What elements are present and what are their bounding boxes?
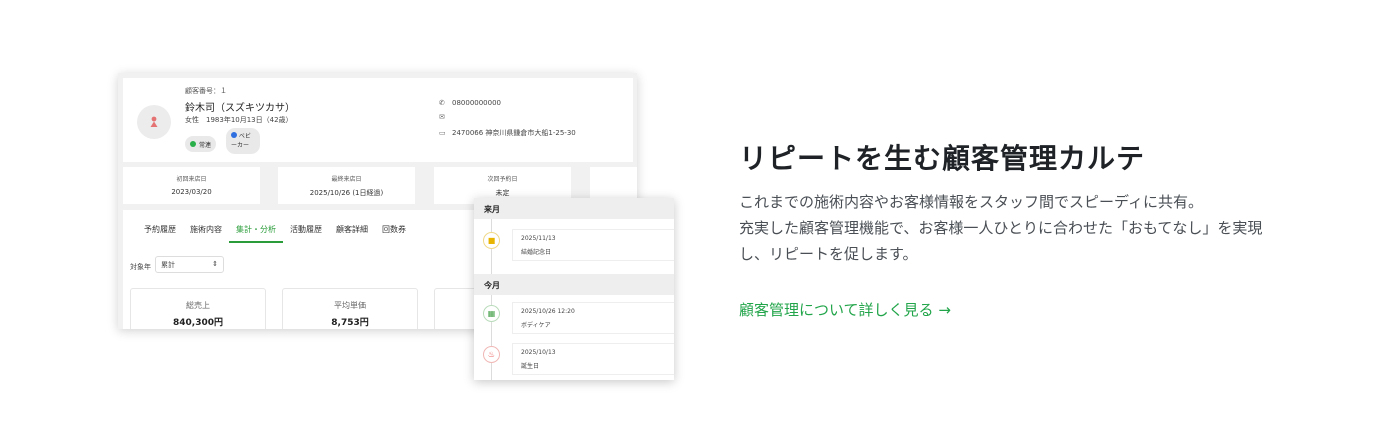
customer-header: 顧客番号：１ 鈴木司（スズキツカサ） 女性 1983年10月13日（42歳） 常… xyxy=(123,78,633,162)
gift-icon: ■ xyxy=(483,232,500,249)
timeline-date: 2025/11/13 xyxy=(521,235,556,242)
metric-value: 840,300円 xyxy=(173,318,223,328)
metric-label: 平均単価 xyxy=(334,301,366,310)
phone-row: ✆ 08000000000 xyxy=(439,99,501,107)
tab-activity[interactable]: 活動履歴 xyxy=(283,224,329,243)
customer-name: 鈴木司（スズキツカサ） xyxy=(185,103,295,114)
stat-value: 2023/03/20 xyxy=(171,188,212,196)
event-timeline: 来月 ■ 2025/11/13 結婚記念日 今月 ▦ 2025/10/26 12… xyxy=(474,198,674,380)
tag-badge-stroller: ベビ ーカー xyxy=(226,128,260,154)
section-headline: リピートを生む顧客管理カルテ xyxy=(739,142,1146,175)
tab-analysis[interactable]: 集計・分析 xyxy=(229,224,283,243)
customer-number: 顧客番号：１ xyxy=(185,87,227,95)
status-dot xyxy=(231,132,237,138)
tab-treatment[interactable]: 施術内容 xyxy=(183,224,229,243)
calendar-icon: ▦ xyxy=(483,305,500,322)
stat-label: 最終来店日 xyxy=(331,176,362,183)
section-description: これまでの施術内容やお客様情報をスタッフ間でスピーディに共有。 充実した顧客管理… xyxy=(739,189,1319,267)
stat-label: 次回予約日 xyxy=(487,176,518,183)
timeline-date: 2025/10/26 12:20 xyxy=(521,308,575,315)
tag-label: ベビ xyxy=(238,133,251,140)
tag-label: ーカー xyxy=(231,142,250,149)
address-row: ▭ 2470066 神奈川県鎌倉市大船1-25-30 xyxy=(439,128,576,138)
year-select[interactable]: 累計 ⇕ xyxy=(155,256,224,273)
tag-label: 常連 xyxy=(199,141,212,149)
tag-badge-regular: 常連 xyxy=(185,136,217,152)
timeline-item[interactable]: 2025/11/13 結婚記念日 xyxy=(512,229,674,261)
timeline-title: 誕生日 xyxy=(521,363,540,370)
stat-value: 2025/10/26 (1日経過) xyxy=(309,189,384,197)
mail-icon: ✉ xyxy=(439,113,445,121)
tab-coupons[interactable]: 回数券 xyxy=(375,224,413,243)
filter-label: 対象年 xyxy=(130,263,151,271)
metric-total-sales: 総売上 840,300円 xyxy=(130,288,266,329)
timeline-title: ボディケア xyxy=(521,322,551,329)
phone-number: 08000000000 xyxy=(452,99,501,107)
description-line: し、リピートを促します。 xyxy=(739,245,918,263)
feature-section: 顧客番号：１ 鈴木司（スズキツカサ） 女性 1983年10月13日（42歳） 常… xyxy=(0,0,1388,448)
status-dot xyxy=(190,141,196,147)
email-row: ✉ xyxy=(439,114,452,121)
metric-value: 8,753円 xyxy=(331,318,369,328)
map-icon: ▭ xyxy=(439,128,446,137)
stat-last-visit: 最終来店日 2025/10/26 (1日経過) xyxy=(278,167,415,204)
phone-icon: ✆ xyxy=(439,98,445,107)
metric-average-price: 平均単価 8,753円 xyxy=(282,288,418,329)
birthday-cake-icon: ♨ xyxy=(483,346,500,363)
customer-profile: 女性 1983年10月13日（42歳） xyxy=(185,116,293,124)
timeline-date: 2025/10/13 xyxy=(521,349,556,356)
timeline-heading-this-month: 今月 xyxy=(474,274,674,295)
timeline-item[interactable]: 2025/10/26 12:20 ボディケア xyxy=(512,302,674,334)
female-icon xyxy=(150,116,158,127)
tab-customer-details[interactable]: 顧客詳細 xyxy=(329,224,375,243)
tab-bar: 予約履歴 施術内容 集計・分析 活動履歴 顧客詳細 回数券 xyxy=(137,224,413,243)
avatar xyxy=(137,105,171,139)
stat-first-visit: 初回来店日 2023/03/20 xyxy=(123,167,260,204)
timeline-item[interactable]: 2025/10/13 誕生日 xyxy=(512,343,674,375)
timeline-title: 結婚記念日 xyxy=(521,249,552,256)
tab-reservation-history[interactable]: 予約履歴 xyxy=(137,224,183,243)
chevron-updown-icon: ⇕ xyxy=(212,260,218,268)
timeline-heading-next-month: 来月 xyxy=(474,198,674,219)
description-line: これまでの施術内容やお客様情報をスタッフ間でスピーディに共有。 xyxy=(739,193,1203,211)
stat-value: 未定 xyxy=(495,189,510,197)
year-select-value: 累計 xyxy=(161,261,175,269)
stat-label: 初回来店日 xyxy=(176,176,207,183)
metric-label: 総売上 xyxy=(186,301,210,310)
address-text: 2470066 神奈川県鎌倉市大船1-25-30 xyxy=(452,129,576,137)
description-line: 充実した顧客管理機能で、お客様一人ひとりに合わせた「おもてなし」を実現 xyxy=(739,219,1263,237)
learn-more-link[interactable]: 顧客管理について詳しく見る → xyxy=(739,299,951,320)
